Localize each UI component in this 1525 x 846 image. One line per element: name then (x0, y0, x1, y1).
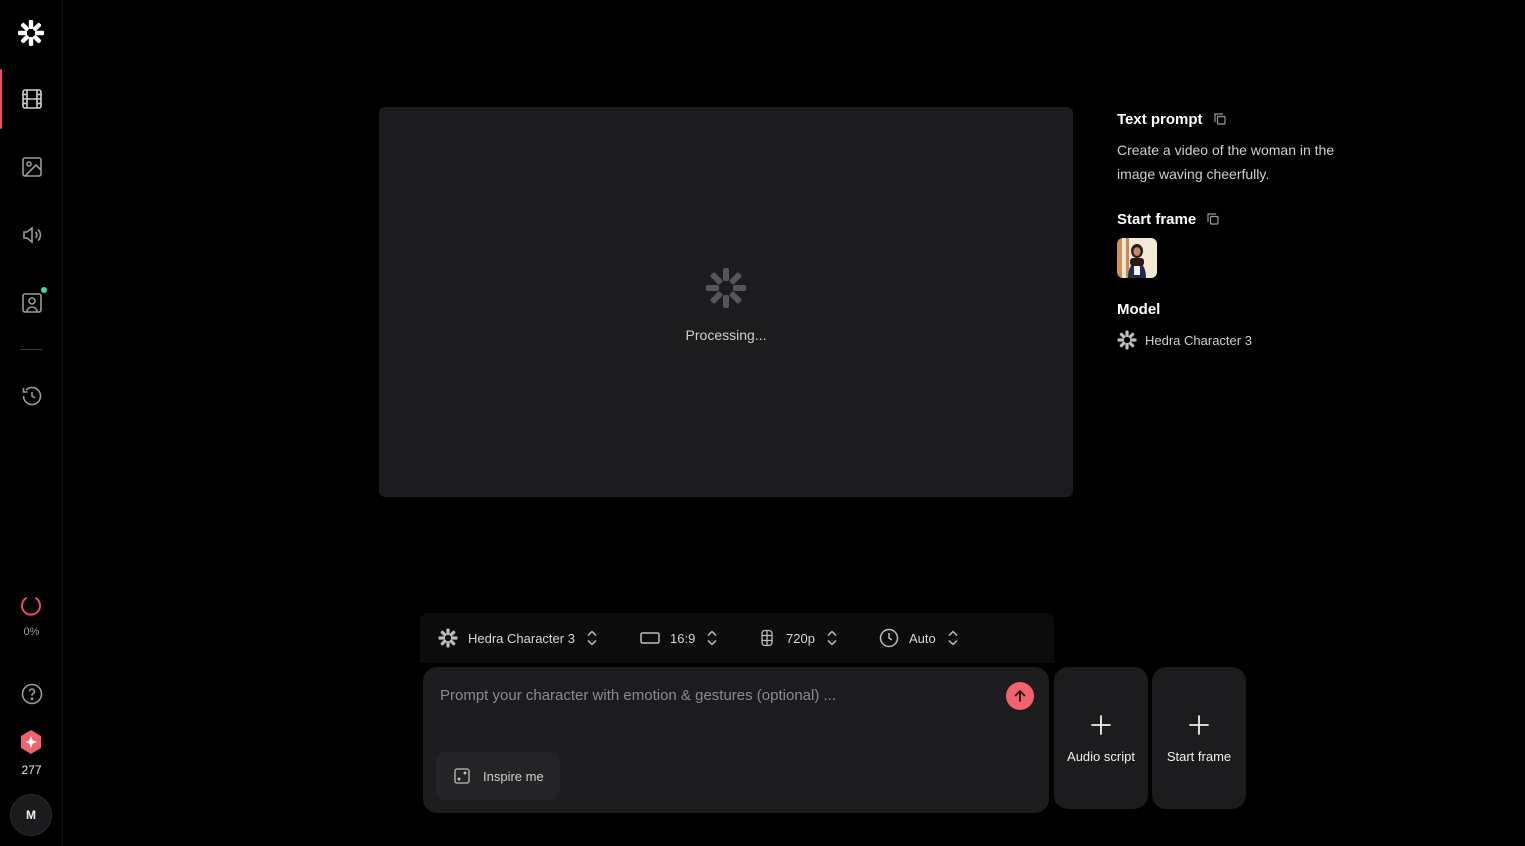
resolution-label: 720p (786, 630, 815, 646)
model-name: Hedra Character 3 (1145, 332, 1252, 348)
resolution-icon (761, 629, 773, 647)
video-preview: Processing... (379, 107, 1073, 497)
aspect-ratio-label: 16:9 (670, 630, 696, 646)
notification-dot (41, 287, 47, 293)
resolution-selector[interactable]: 720p (758, 613, 839, 663)
copy-icon[interactable] (1206, 212, 1220, 226)
aspect-ratio-icon (640, 632, 660, 644)
credits-count: 277 (21, 763, 42, 777)
start-frame-button[interactable]: Start frame (1152, 667, 1246, 809)
chevron-updown-icon (827, 630, 837, 646)
text-prompt-title: Text prompt (1117, 110, 1203, 128)
nav-image[interactable] (0, 137, 63, 197)
chevron-updown-icon (948, 630, 958, 646)
model-selector-label: Hedra Character 3 (468, 630, 575, 646)
hedra-model-icon (438, 628, 458, 648)
hedra-model-icon (1117, 330, 1137, 350)
sidebar-divider (20, 349, 42, 350)
woman-portrait-image (1128, 244, 1146, 278)
duration-selector[interactable]: Auto (879, 613, 960, 663)
nav-characters[interactable] (0, 273, 63, 333)
progress-ring-icon[interactable] (19, 594, 43, 618)
chevron-updown-icon (707, 630, 717, 646)
inspire-me-button[interactable]: Inspire me (436, 752, 560, 800)
credits-icon[interactable] (19, 729, 43, 755)
prompt-input[interactable] (440, 683, 1000, 707)
dice-icon (454, 768, 470, 784)
arrow-up-icon (1014, 689, 1026, 702)
model-selector[interactable]: Hedra Character 3 (438, 613, 599, 663)
progress-label: 0% (23, 626, 40, 638)
processing-status: Processing... (685, 327, 767, 343)
model-title: Model (1117, 300, 1161, 318)
speaker-icon (22, 226, 41, 244)
nav-history[interactable] (0, 366, 63, 426)
audio-script-label: Audio script (1067, 748, 1135, 764)
nav-audio[interactable] (0, 205, 63, 265)
plus-icon (1091, 714, 1111, 735)
inspire-me-label: Inspire me (483, 768, 544, 784)
text-prompt-heading: Text prompt (1117, 108, 1377, 130)
generation-details: Text prompt Create a video of the woman … (1117, 108, 1377, 350)
chevron-updown-icon (587, 630, 597, 646)
plus-icon (1189, 714, 1209, 735)
avatar[interactable]: M (10, 794, 52, 836)
nav-video[interactable] (0, 69, 63, 129)
aspect-ratio-selector[interactable]: 16:9 (640, 613, 719, 663)
model-heading: Model (1117, 298, 1377, 320)
hedra-logo-icon[interactable] (17, 19, 45, 47)
loading-spinner-icon (706, 268, 746, 308)
start-frame-thumbnail[interactable] (1117, 238, 1157, 278)
clock-icon (879, 628, 899, 648)
film-icon (21, 89, 42, 109)
help-button[interactable] (0, 664, 63, 724)
sidebar: 0% 277 M (0, 0, 63, 846)
model-info: Hedra Character 3 (1117, 330, 1377, 350)
copy-icon[interactable] (1213, 112, 1227, 126)
start-frame-heading: Start frame (1117, 208, 1377, 230)
generation-settings-toolbar: Hedra Character 3 16:9 720p Auto (420, 613, 1054, 663)
start-frame-label: Start frame (1166, 748, 1232, 764)
image-icon (21, 157, 42, 177)
duration-label: Auto (909, 630, 936, 646)
text-prompt-value: Create a video of the woman in the image… (1117, 142, 1335, 182)
audio-script-button[interactable]: Audio script (1054, 667, 1148, 809)
portrait-icon (21, 293, 42, 313)
history-icon (22, 386, 41, 406)
prompt-composer: Inspire me (423, 667, 1049, 813)
help-icon (21, 683, 42, 705)
start-frame-title: Start frame (1117, 210, 1197, 228)
send-button[interactable] (1006, 682, 1034, 710)
